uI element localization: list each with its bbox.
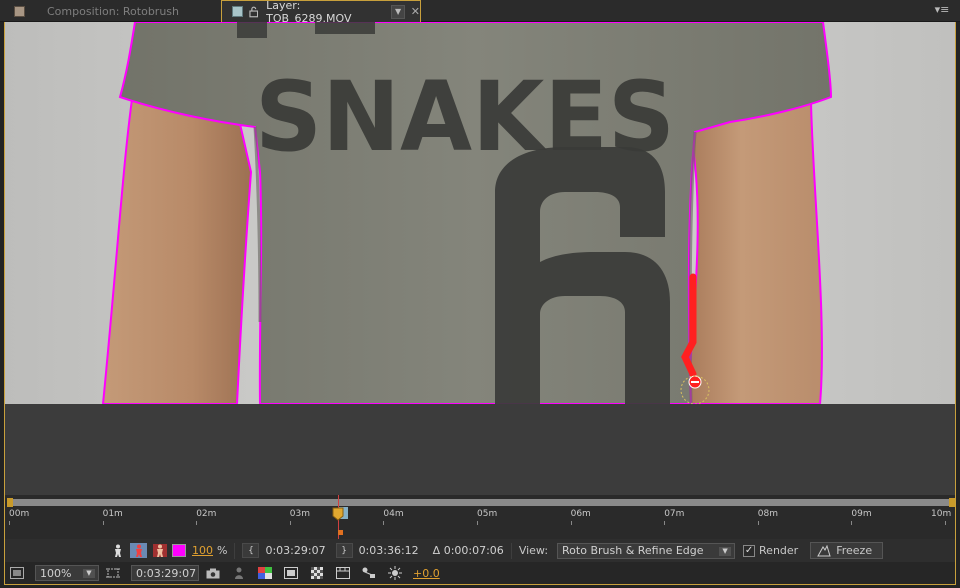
chevron-down-icon: ▼ bbox=[83, 569, 95, 578]
divider bbox=[234, 542, 236, 559]
freeze-label: Freeze bbox=[836, 544, 873, 557]
toggle-mask-icon[interactable] bbox=[283, 566, 299, 580]
ruler-tick-label: 01m bbox=[102, 509, 123, 519]
overlay-opacity-value[interactable]: 100 bbox=[192, 544, 213, 557]
panel-tab-bar: Composition: Rotobrush Layer: TOB_6289.M… bbox=[0, 0, 960, 25]
ruler-tick bbox=[383, 521, 385, 525]
flowchart-icon[interactable] bbox=[361, 566, 377, 580]
ruler-tick bbox=[851, 521, 853, 525]
layer-viewer[interactable]: SNAKES bbox=[4, 22, 956, 495]
view-label: View: bbox=[518, 544, 549, 557]
in-point-time: 0:03:29:07 bbox=[265, 544, 326, 557]
composition-color-swatch bbox=[14, 5, 25, 17]
work-area-bar[interactable] bbox=[7, 498, 955, 507]
show-snapshot-icon[interactable] bbox=[231, 566, 247, 580]
video-frame[interactable]: SNAKES bbox=[5, 22, 955, 404]
ruler-tick bbox=[664, 521, 666, 525]
current-time-field[interactable]: 0:03:29:07 bbox=[131, 565, 199, 581]
view-select[interactable]: Roto Brush & Refine Edge ▼ bbox=[557, 542, 736, 559]
ruler-tick-label: 09m bbox=[851, 509, 872, 519]
out-point-time: 0:03:36:12 bbox=[358, 544, 419, 557]
keyframe-marker[interactable] bbox=[338, 530, 343, 535]
layer-color-swatch bbox=[232, 6, 243, 17]
close-icon[interactable]: ✕ bbox=[411, 5, 420, 18]
current-time-value: 0:03:29:07 bbox=[136, 566, 197, 580]
alpha-view-button[interactable] bbox=[130, 543, 147, 558]
ruler-tick-label: 02m bbox=[196, 509, 217, 519]
work-area-start-handle[interactable] bbox=[7, 498, 13, 507]
region-of-interest-icon[interactable] bbox=[105, 566, 121, 580]
person-icon bbox=[114, 544, 121, 557]
roto-controls-bar: 100 % { 0:03:29:07 } 0:03:36:12 Δ 0:00:0… bbox=[4, 539, 956, 562]
overlay-color-swatch[interactable] bbox=[172, 544, 186, 557]
exposure-value[interactable]: +0.0 bbox=[413, 567, 440, 580]
timeline-ruler-panel[interactable]: 00m 01m 02m 03m 04m 05m 06m 07m 08m 09m 10m bbox=[4, 495, 956, 539]
tab-layer-label: Layer: TOB_6289.MOV bbox=[266, 0, 352, 25]
ruler-tick-label: 06m bbox=[570, 509, 591, 519]
panel-menu-icon[interactable]: ▾≡ bbox=[934, 3, 950, 17]
ruler-tick bbox=[945, 521, 946, 525]
ruler-tick bbox=[9, 521, 10, 525]
tab-layer[interactable]: Layer: TOB_6289.MOV ▼ ✕ bbox=[221, 0, 421, 25]
overlay-opacity-unit: % bbox=[217, 544, 228, 557]
ruler-tick-label: 10m bbox=[931, 509, 952, 519]
work-area-end-handle[interactable] bbox=[949, 498, 955, 507]
channel-color-icon[interactable] bbox=[257, 566, 273, 580]
zoom-value: 100% bbox=[40, 566, 72, 580]
ruler-tick-label: 05m bbox=[477, 509, 498, 519]
set-out-point-button[interactable]: } bbox=[335, 543, 353, 558]
divider bbox=[510, 542, 512, 559]
transparency-grid-icon[interactable] bbox=[309, 566, 325, 580]
ruler-tick bbox=[102, 521, 104, 525]
layer-dropdown-button[interactable]: ▼ bbox=[391, 4, 405, 19]
ruler-tick-label: 07m bbox=[664, 509, 685, 519]
person-overlay-icon bbox=[152, 544, 167, 557]
freeze-icon bbox=[817, 544, 831, 556]
freeze-button[interactable]: Freeze bbox=[810, 542, 884, 559]
chevron-down-icon: ▼ bbox=[719, 546, 732, 556]
always-preview-icon[interactable] bbox=[9, 566, 25, 580]
bracket-left-icon: { bbox=[248, 545, 254, 556]
exposure-reset-icon[interactable] bbox=[387, 566, 403, 580]
ruler-tick-label: 08m bbox=[757, 509, 779, 519]
time-ruler[interactable]: 00m 01m 02m 03m 04m 05m 06m 07m 08m 09m 10m bbox=[5, 507, 955, 525]
lock-icon[interactable] bbox=[248, 6, 259, 18]
overlay-view-button[interactable] bbox=[151, 543, 168, 558]
person-alpha-icon bbox=[135, 544, 142, 557]
tab-composition[interactable]: Composition: Rotobrush bbox=[4, 0, 218, 22]
view-select-value: Roto Brush & Refine Edge bbox=[562, 544, 704, 557]
tab-composition-label: Composition: Rotobrush bbox=[47, 4, 179, 18]
ruler-tick bbox=[289, 521, 291, 525]
render-checkbox[interactable]: ✓ bbox=[743, 544, 756, 557]
ruler-tick bbox=[570, 521, 572, 525]
timeline-panel-icon[interactable] bbox=[335, 566, 351, 580]
show-foreground-button[interactable] bbox=[109, 543, 126, 558]
video-frame-image: SNAKES bbox=[5, 22, 955, 404]
ruler-tick-label: 04m bbox=[383, 509, 404, 519]
zoom-select[interactable]: 100% ▼ bbox=[35, 565, 99, 581]
playhead-indicator[interactable] bbox=[332, 507, 344, 521]
duration-time: Δ 0:00:07:06 bbox=[432, 544, 504, 557]
ruler-tick bbox=[196, 521, 198, 525]
ruler-tick bbox=[757, 521, 759, 525]
ruler-tick-label: 00m bbox=[9, 509, 30, 519]
ruler-tick-label: 03m bbox=[289, 509, 311, 519]
camera-snapshot-icon[interactable] bbox=[205, 566, 221, 580]
bracket-right-icon: } bbox=[341, 545, 347, 556]
ruler-tick bbox=[477, 521, 478, 525]
viewer-status-bar: 100% ▼ 0:03:29:07 +0.0 bbox=[4, 562, 956, 585]
set-in-point-button[interactable]: { bbox=[242, 543, 260, 558]
render-label: Render bbox=[759, 544, 799, 557]
